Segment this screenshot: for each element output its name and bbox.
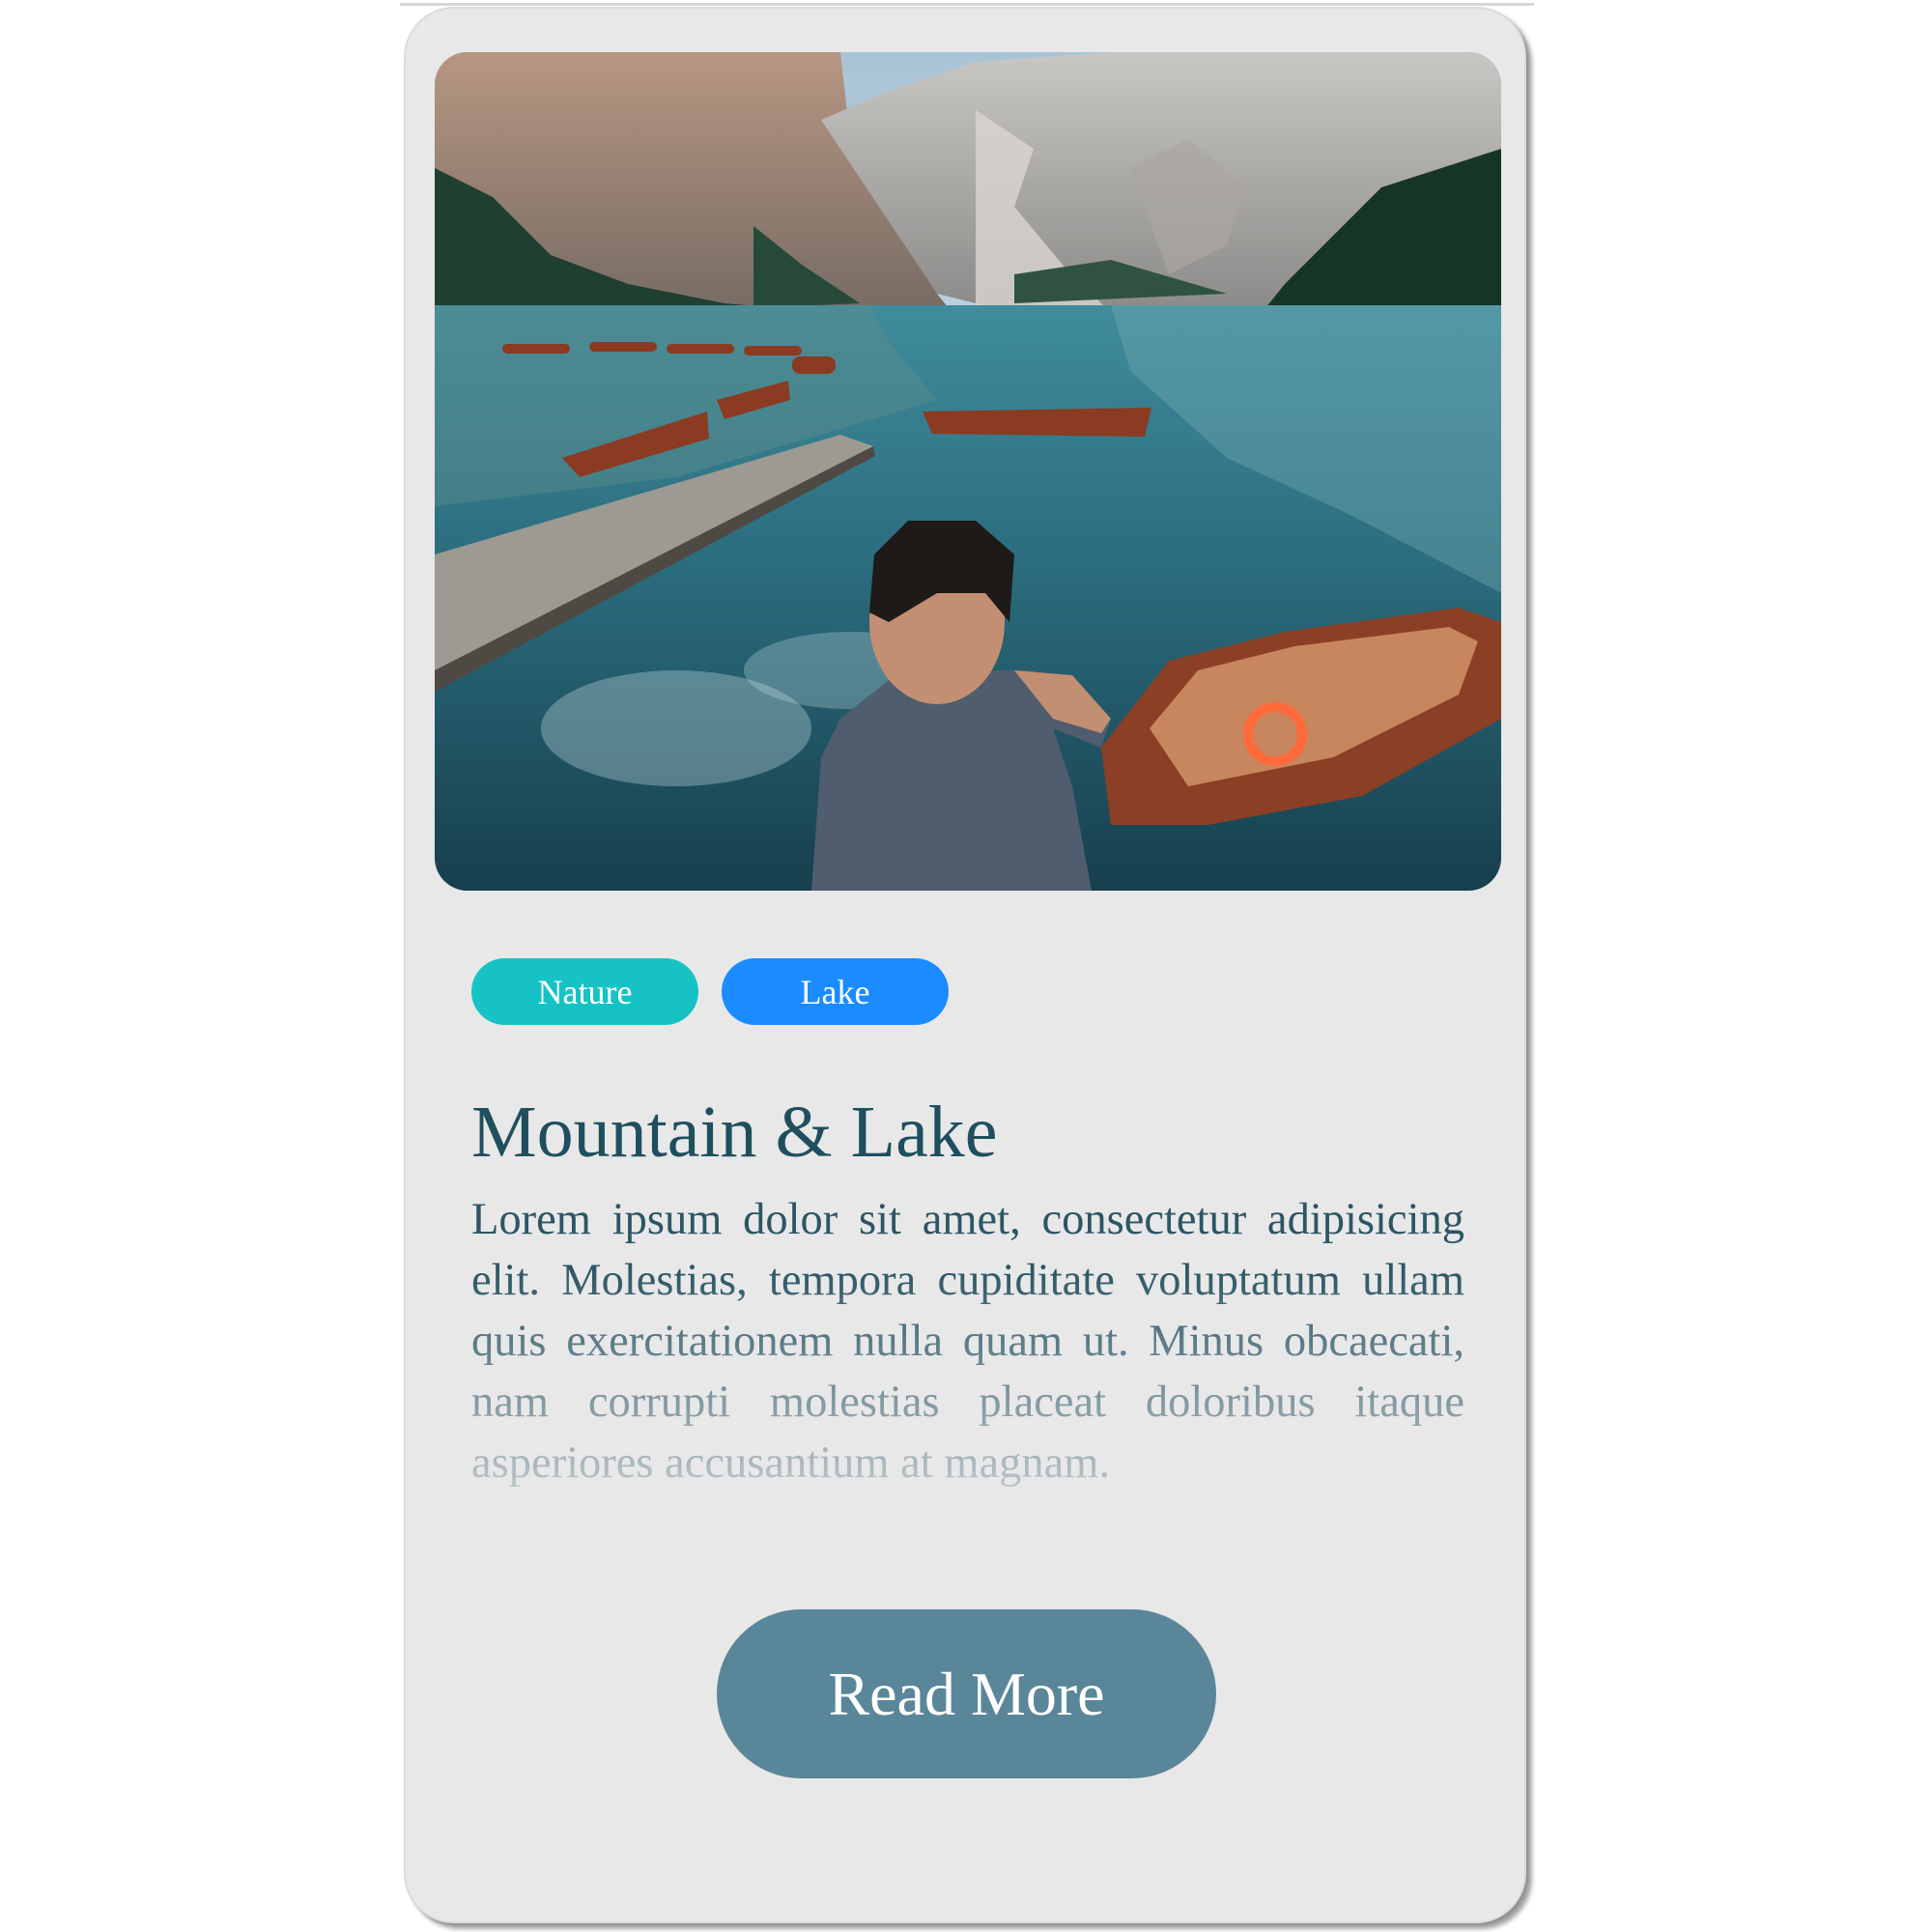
article-card: Nature Lake Mountain & Lake Lorem ipsum …	[404, 7, 1526, 1923]
tag-nature[interactable]: Nature	[471, 958, 698, 1025]
card-photo	[435, 52, 1501, 891]
read-more-button[interactable]: Read More	[717, 1609, 1216, 1778]
tag-list: Nature Lake	[471, 958, 949, 1025]
top-divider	[400, 3, 1534, 6]
tag-lake[interactable]: Lake	[722, 958, 949, 1025]
card-description: Lorem ipsum dolor sit amet, consectetur …	[471, 1195, 1464, 1488]
card-title: Mountain & Lake	[471, 1092, 998, 1173]
